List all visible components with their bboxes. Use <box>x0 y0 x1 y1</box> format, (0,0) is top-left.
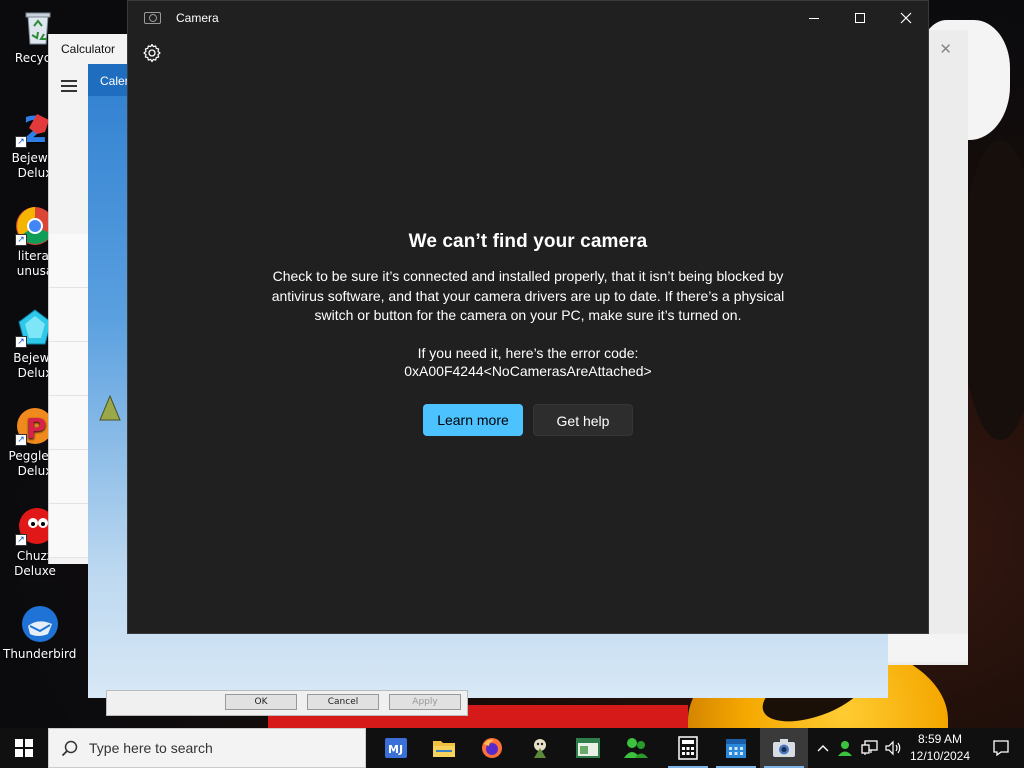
shortcut-arrow-icon: ↗ <box>15 136 27 148</box>
game-icon <box>534 739 546 758</box>
show-hidden-icons-button[interactable] <box>812 728 834 768</box>
taskbar-app-file-explorer[interactable] <box>420 728 468 768</box>
shortcut-arrow-icon: ↗ <box>15 434 27 446</box>
learn-more-button[interactable]: Learn more <box>423 403 523 436</box>
taskbar-search-box[interactable]: Type here to search <box>48 728 366 768</box>
speaker-icon <box>885 740 901 756</box>
search-placeholder: Type here to search <box>89 740 213 756</box>
taskbar-clock[interactable]: 8:59 AM 12/10/2024 <box>904 731 976 765</box>
shortcut-arrow-icon: ↗ <box>15 534 27 546</box>
desktop-icon-thunderbird[interactable]: Thunderbird <box>3 604 77 662</box>
error-heading: We can’t find your camera <box>408 231 648 252</box>
camera-error-panel: We can’t find your camera Check to be su… <box>128 231 928 436</box>
camera-window[interactable]: Camera We can’t find your camera Check t… <box>127 0 929 634</box>
dialog-window[interactable]: OK Cancel Apply <box>106 690 468 716</box>
tray-network[interactable] <box>858 728 882 768</box>
start-button[interactable] <box>0 728 48 768</box>
taskbar-app-calendar[interactable] <box>712 728 760 768</box>
error-actions: Learn more Get help <box>128 403 928 436</box>
app-window-icon <box>576 738 600 758</box>
shortcut-arrow-icon: ↗ <box>15 336 27 348</box>
thunderbird-icon <box>18 604 58 644</box>
calendar-title: Caler <box>100 74 129 88</box>
window-title: Camera <box>176 11 219 25</box>
messenger-status-icon <box>838 741 852 756</box>
taskbar-app-window[interactable] <box>564 728 612 768</box>
taskbar-app-mahjong[interactable]: MJ <box>372 728 420 768</box>
chevron-up-icon <box>817 745 829 752</box>
tray-messenger-status[interactable] <box>835 728 857 768</box>
calculator-icon <box>678 736 698 760</box>
windows-logo-icon <box>15 739 33 757</box>
get-help-button[interactable]: Get help <box>533 403 633 436</box>
apply-button[interactable]: Apply <box>389 694 461 710</box>
taskbar-app-messenger[interactable] <box>612 728 660 768</box>
desktop-icon-label: Thunderbird <box>3 647 77 661</box>
firefox-icon <box>482 738 502 758</box>
camera-icon <box>144 12 161 24</box>
taskbar-app-camera[interactable] <box>760 728 808 768</box>
calculator-title: Calculator <box>61 42 116 56</box>
messenger-icon <box>624 738 648 758</box>
file-explorer-icon <box>433 741 455 757</box>
clock-time: 8:59 AM <box>917 732 963 746</box>
taskbar-app-game[interactable] <box>516 728 564 768</box>
taskbar: Type here to search MJ 8:59 AM 12/10/202… <box>0 728 1024 768</box>
wallpaper-tree <box>960 140 1024 440</box>
close-icon[interactable]: ✕ <box>939 40 952 58</box>
error-code: 0xA00F4244<NoCamerasAreAttached> <box>404 362 652 379</box>
hamburger-menu-icon[interactable] <box>61 80 77 92</box>
settings-button[interactable] <box>142 43 162 63</box>
error-code-label: If you need it, here’s the error code: <box>417 344 639 361</box>
shortcut-arrow-icon: ↗ <box>15 234 27 246</box>
maximize-icon <box>855 13 865 23</box>
tray-volume[interactable] <box>882 728 904 768</box>
mahjong-icon: MJ <box>385 738 407 758</box>
search-icon <box>61 740 78 757</box>
gear-icon <box>143 43 161 63</box>
camera-titlebar[interactable]: Camera <box>128 1 928 35</box>
error-description: Check to be sure it’s connected and inst… <box>271 268 785 323</box>
clock-date: 12/10/2024 <box>909 749 971 763</box>
taskbar-app-firefox[interactable] <box>468 728 516 768</box>
cancel-button[interactable]: Cancel <box>307 694 379 710</box>
minimize-icon <box>809 17 819 19</box>
close-icon <box>900 12 912 24</box>
notifications-button[interactable] <box>978 728 1024 768</box>
minimize-button[interactable] <box>791 1 837 35</box>
camera-icon <box>773 739 795 757</box>
maximize-button[interactable] <box>837 1 883 35</box>
bell-decoration-icon <box>99 394 121 421</box>
svg-text:MJ: MJ <box>388 743 403 756</box>
close-button[interactable] <box>883 1 929 35</box>
taskbar-app-calculator[interactable] <box>664 728 712 768</box>
calendar-icon <box>726 739 746 758</box>
ok-button[interactable]: OK <box>225 694 297 710</box>
svg-text:P: P <box>26 412 47 445</box>
notification-icon <box>993 740 1009 757</box>
network-icon <box>861 740 878 755</box>
